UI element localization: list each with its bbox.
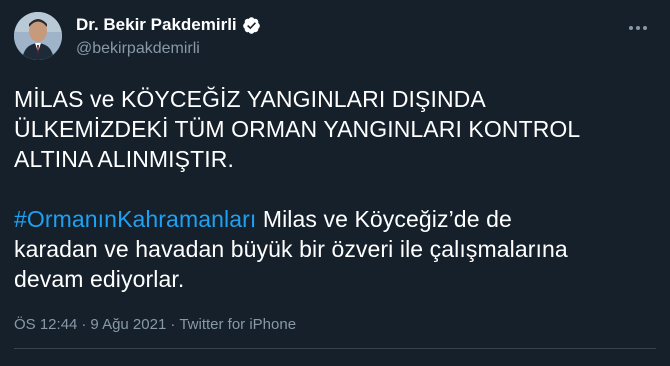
tweet-line: devam ediyorlar. — [14, 266, 185, 292]
tweet-header: Dr. Bekir Pakdemirli @bekirpakdemirli — [14, 10, 654, 60]
tweet-line: MİLAS ve KÖYCEĞİZ YANGINLARI DIŞINDA — [14, 86, 486, 112]
display-name-row: Dr. Bekir Pakdemirli — [76, 14, 261, 36]
tweet-time: ÖS 12:44 — [14, 316, 78, 333]
tweet-time-link[interactable]: ÖS 12:44 · 9 Ağu 2021 — [14, 316, 166, 333]
divider — [14, 348, 656, 349]
tweet-text: MİLAS ve KÖYCEĞİZ YANGINLARI DIŞINDA ÜLK… — [14, 84, 654, 294]
meta-separator: · — [81, 316, 87, 333]
meta-separator: · — [170, 316, 176, 333]
more-options-icon[interactable] — [626, 16, 650, 40]
tweet-line: #OrmanınKahramanları Milas ve Köyceğiz’d… — [14, 204, 654, 234]
tweet-line: karadan ve havadan büyük bir özveri ile … — [14, 236, 568, 262]
tweet-line: ALTINA ALINMIŞTIR. — [14, 146, 234, 172]
tweet-card: Dr. Bekir Pakdemirli @bekirpakdemirli Mİ… — [0, 0, 670, 366]
hashtag-link[interactable]: #OrmanınKahramanları — [14, 206, 256, 232]
author-names: Dr. Bekir Pakdemirli @bekirpakdemirli — [76, 14, 261, 58]
author-handle[interactable]: @bekirpakdemirli — [76, 40, 261, 58]
avatar[interactable] — [14, 12, 62, 60]
display-name[interactable]: Dr. Bekir Pakdemirli — [76, 15, 237, 35]
tweet-source-link[interactable]: Twitter for iPhone — [179, 316, 296, 333]
tweet-line-text: Milas ve Köyceğiz’de de — [256, 206, 512, 232]
tweet-date: 9 Ağu 2021 — [90, 316, 167, 333]
tweet-meta: ÖS 12:44 · 9 Ağu 2021 · Twitter for iPhone — [14, 316, 296, 333]
tweet-line: ÜLKEMİZDEKİ TÜM ORMAN YANGINLARI KONTROL — [14, 116, 581, 142]
verified-badge-icon — [242, 16, 261, 35]
